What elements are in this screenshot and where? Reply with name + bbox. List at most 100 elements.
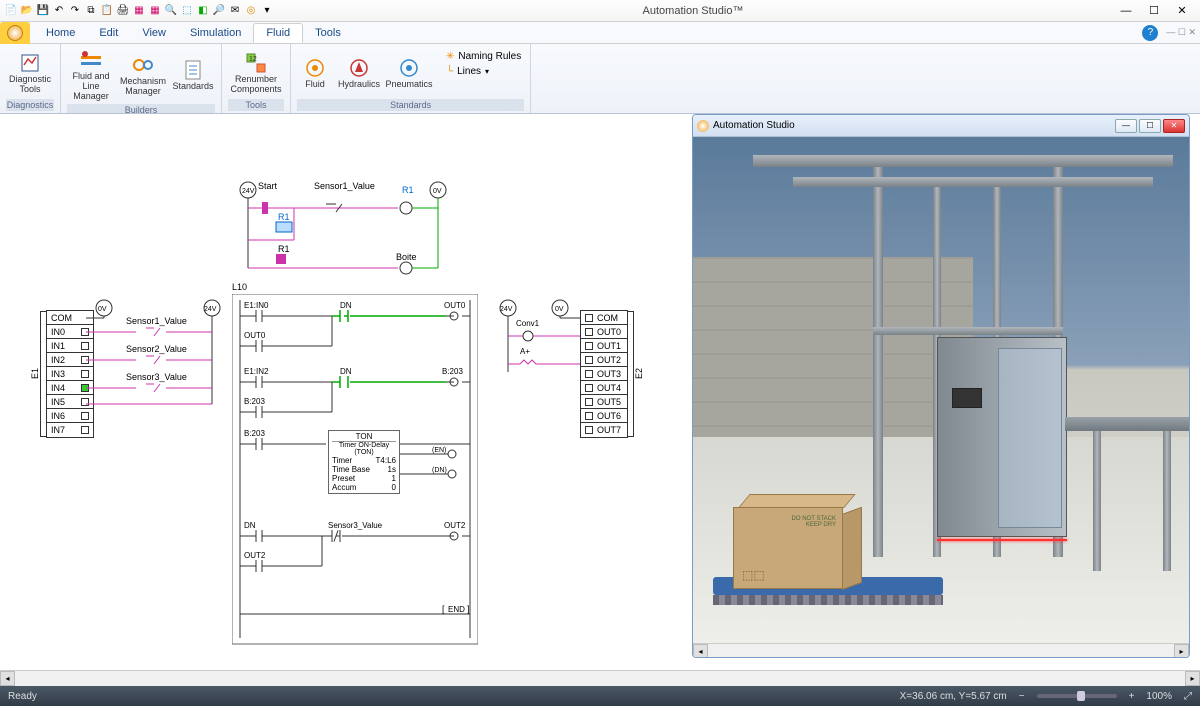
qat-open-icon[interactable]: 📂	[20, 4, 34, 18]
renumber-components-button[interactable]: 12 Renumber Components	[228, 46, 284, 99]
svg-text:E1:IN2: E1:IN2	[244, 367, 269, 376]
input-terminal-block[interactable]: E1 COM IN0 IN1 IN2 IN3 IN4 IN5 IN6 IN7	[30, 310, 94, 438]
pneumatics-button[interactable]: Pneumatics	[385, 46, 433, 99]
hydraulics-button[interactable]: Hydraulics	[337, 46, 381, 99]
svg-text:Conv1: Conv1	[516, 319, 540, 328]
output-wiring: 24V 0V Conv1 A+	[496, 294, 586, 414]
io-row-out2[interactable]: OUT2	[581, 353, 627, 367]
3d-panel-header[interactable]: Automation Studio — ☐ ✕	[693, 115, 1189, 137]
io-row-out4[interactable]: OUT4	[581, 381, 627, 395]
tab-simulation[interactable]: Simulation	[178, 24, 253, 42]
svg-text:0V: 0V	[433, 188, 442, 195]
main-workspace: 24V 0V Start Sensor1_Value R1 R1 R1 Boit…	[0, 114, 1200, 670]
scroll-right-button[interactable]: ▸	[1174, 644, 1189, 658]
panel-hscrollbar[interactable]: ◂ ▸	[693, 643, 1189, 658]
naming-rules-button[interactable]: ✳ Naming Rules	[443, 50, 524, 63]
panel-close-button[interactable]: ✕	[1163, 119, 1185, 133]
fluid-line-icon	[79, 48, 103, 72]
svg-text:Start: Start	[258, 181, 278, 191]
svg-text:Sensor3_Value: Sensor3_Value	[126, 372, 187, 382]
tab-home[interactable]: Home	[34, 24, 87, 42]
ribbon-group-standards: Fluid Hydraulics Pneumatics ✳ Naming Rul…	[291, 44, 531, 113]
svg-text:DN: DN	[244, 521, 256, 530]
svg-text:B:203: B:203	[244, 429, 265, 438]
qat-print-icon[interactable]: 🖨	[116, 4, 130, 18]
tab-edit[interactable]: Edit	[87, 24, 130, 42]
qat-target-icon[interactable]: ◎	[244, 4, 258, 18]
zoom-fit-icon[interactable]: ⤢	[1184, 691, 1192, 702]
io-row-out7[interactable]: OUT7	[581, 423, 627, 437]
qat-paste-icon[interactable]: 📋	[100, 4, 114, 18]
io-row-out5[interactable]: OUT5	[581, 395, 627, 409]
fluid-standard-button[interactable]: Fluid	[297, 46, 333, 99]
pneumatics-icon	[397, 56, 421, 80]
mechanism-manager-button[interactable]: Mechanism Manager	[119, 46, 167, 104]
zoom-slider[interactable]	[1037, 694, 1117, 698]
3d-viewport[interactable]: ⬚⬚ DO NOT STACKKEEP DRY	[693, 137, 1189, 643]
scroll-left-button[interactable]: ◂	[693, 644, 708, 658]
status-coords: X=36.06 cm, Y=5.67 cm	[900, 691, 1007, 702]
lines-icon: └	[446, 66, 453, 77]
help-icon[interactable]: ?	[1142, 25, 1158, 41]
relay-diagram[interactable]: 24V 0V Start Sensor1_Value R1 R1 R1 Boit…	[238, 180, 448, 275]
svg-text:(EN): (EN)	[432, 447, 446, 454]
svg-text:Sensor3_Value: Sensor3_Value	[328, 521, 383, 530]
output-terminal-block[interactable]: COM OUT0 OUT1 OUT2 OUT3 OUT4 OUT5 OUT6 O…	[580, 310, 644, 438]
qat-mail-icon[interactable]: ✉	[228, 4, 242, 18]
svg-text:(DN): (DN)	[432, 467, 447, 474]
renumber-icon: 12	[244, 51, 268, 75]
tab-fluid[interactable]: Fluid	[253, 23, 303, 43]
io-row-out6[interactable]: OUT6	[581, 409, 627, 423]
qat-undo-icon[interactable]: ↶	[52, 4, 66, 18]
svg-text:Sensor1_Value: Sensor1_Value	[314, 181, 375, 191]
minimize-button[interactable]: —	[1112, 2, 1140, 20]
qat-tool3-icon[interactable]: ⬚	[180, 4, 194, 18]
lines-dropdown[interactable]: └ Lines ▾	[443, 65, 524, 78]
svg-text:0V: 0V	[555, 306, 564, 313]
svg-text:DN: DN	[340, 301, 352, 310]
window-aux-controls[interactable]: — ☐ ✕	[1166, 27, 1196, 38]
zoom-in-button[interactable]: +	[1129, 691, 1135, 702]
window-title: Automation Studio™	[274, 5, 1112, 17]
svg-text:]: ]	[467, 604, 470, 614]
ladder-block[interactable]: L10 E1:IN0 DN OUT0 OUT0	[232, 282, 478, 664]
fluid-line-manager-button[interactable]: Fluid and Line Manager	[67, 46, 115, 104]
qat-options-icon[interactable]: ▾	[260, 4, 274, 18]
io-row-out-com[interactable]: COM	[581, 311, 627, 325]
qat-redo-icon[interactable]: ↷	[68, 4, 82, 18]
status-ready: Ready	[8, 691, 37, 702]
quick-access-toolbar: 📄 📂 💾 ↶ ↷ ⧉ 📋 🖨 ▦ ▦ 🔍 ⬚ ◧ 🔎 ✉ ◎ ▾	[4, 4, 274, 18]
svg-text:24V: 24V	[500, 306, 513, 313]
ws-scroll-left[interactable]: ◂	[0, 671, 15, 686]
app-menu-button[interactable]	[0, 22, 30, 44]
qat-tool2-icon[interactable]: ▦	[148, 4, 162, 18]
app-logo-icon	[697, 120, 709, 132]
maximize-button[interactable]: ☐	[1140, 2, 1168, 20]
qat-tool4-icon[interactable]: ◧	[196, 4, 210, 18]
svg-text:Boite: Boite	[396, 252, 417, 262]
svg-text:OUT2: OUT2	[244, 551, 266, 560]
qat-file-icon[interactable]: 📄	[4, 4, 18, 18]
ribbon-group-tools: 12 Renumber Components Tools	[222, 44, 291, 113]
qat-copy-icon[interactable]: ⧉	[84, 4, 98, 18]
window-controls: — ☐ ✕	[1112, 2, 1196, 20]
diagnostic-tools-button[interactable]: Diagnostic Tools	[6, 46, 54, 99]
panel-minimize-button[interactable]: —	[1115, 119, 1137, 133]
tab-tools[interactable]: Tools	[303, 24, 353, 42]
ton-block[interactable]: TON Timer ON-Delay (TON) TimerT4:L6 Time…	[328, 430, 400, 494]
io-row-out0[interactable]: OUT0	[581, 325, 627, 339]
zoom-out-button[interactable]: −	[1019, 691, 1025, 702]
workspace-hscrollbar[interactable]: ◂ ▸	[0, 670, 1200, 686]
io-row-out3[interactable]: OUT3	[581, 367, 627, 381]
ribbon: Diagnostic Tools Diagnostics Fluid and L…	[0, 44, 1200, 114]
qat-save-icon[interactable]: 💾	[36, 4, 50, 18]
io-row-out1[interactable]: OUT1	[581, 339, 627, 353]
panel-maximize-button[interactable]: ☐	[1139, 119, 1161, 133]
qat-tool1-icon[interactable]: ▦	[132, 4, 146, 18]
qat-zoom-icon[interactable]: 🔎	[212, 4, 226, 18]
close-button[interactable]: ✕	[1168, 2, 1196, 20]
qat-search-icon[interactable]: 🔍	[164, 4, 178, 18]
tab-view[interactable]: View	[130, 24, 178, 42]
standards-button[interactable]: Standards	[171, 46, 215, 104]
ws-scroll-right[interactable]: ▸	[1185, 671, 1200, 686]
